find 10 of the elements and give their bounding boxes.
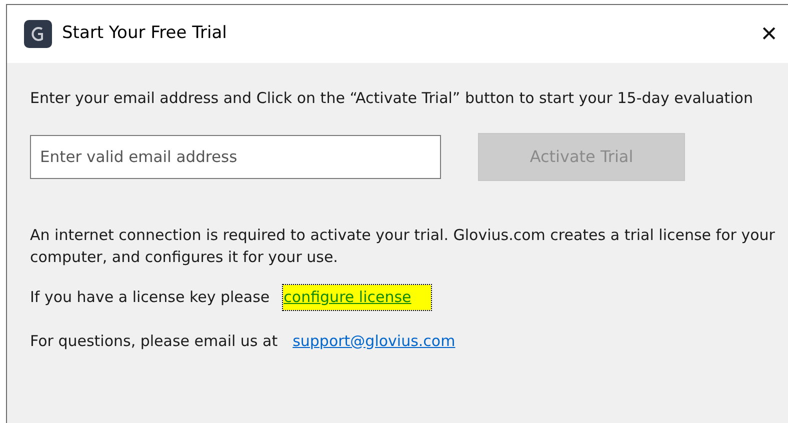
window-title: Start Your Free Trial (62, 22, 227, 46)
info-text: An internet connection is required to activate your trial. Glovius.com creates a trial license for your computer, and configures it for your use. (30, 225, 776, 268)
close-button[interactable]: ✕ (754, 19, 784, 49)
email-field[interactable]: Enter valid email address (30, 135, 441, 179)
instruction-text: Enter your email address and Click on the “Activate Trial” button to start your 15-day evaluation (30, 88, 754, 109)
support-email-link[interactable]: support@glovius.com (290, 330, 458, 352)
configure-license-link[interactable]: configure license (282, 285, 432, 310)
app-logo-icon (24, 20, 52, 48)
contact-text: For questions, please email us at (30, 330, 278, 352)
license-prompt-text: If you have a license key please (30, 287, 270, 308)
